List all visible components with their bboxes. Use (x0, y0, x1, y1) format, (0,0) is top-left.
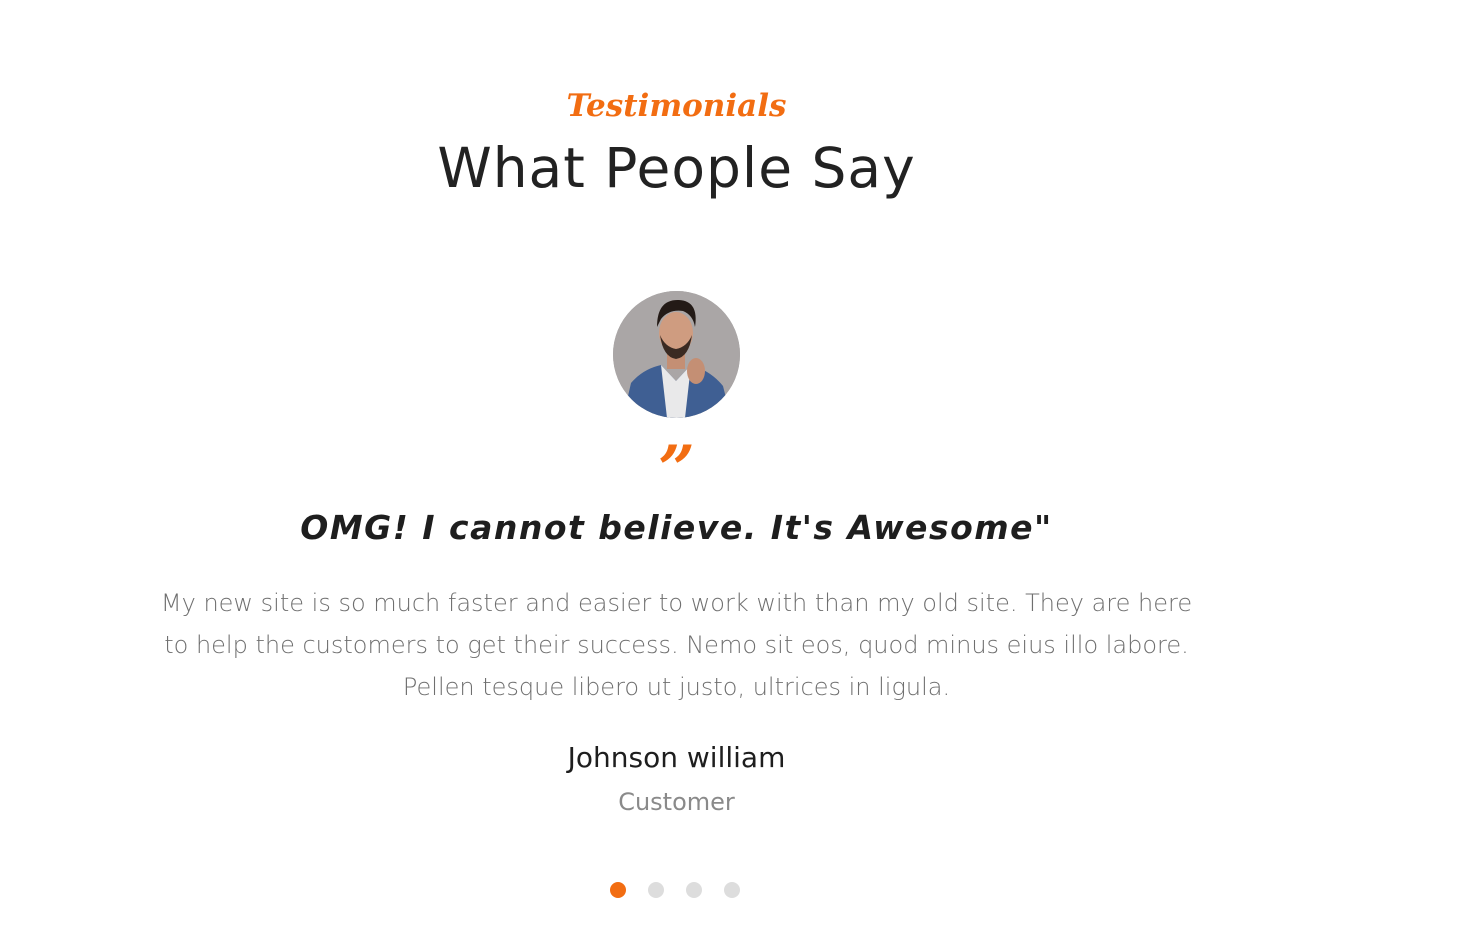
quote-icon: ” (658, 432, 695, 507)
avatar (613, 291, 740, 418)
carousel-dot-1[interactable] (610, 882, 626, 898)
author-name: Johnson william (567, 741, 786, 774)
section-eyebrow: Testimonials (566, 88, 787, 124)
section-heading: What People Say (437, 136, 916, 200)
testimonial-body: My new site is so much faster and easier… (160, 589, 1193, 701)
carousel-dot-2[interactable] (648, 882, 664, 898)
testimonial-title: OMG! I cannot believe. It's Awesome" (300, 508, 1053, 547)
carousel-dot-4[interactable] (724, 882, 740, 898)
carousel-dots (610, 882, 740, 899)
person-portrait-icon (613, 291, 740, 418)
carousel-dot-3[interactable] (686, 882, 702, 898)
testimonials-section: Testimonials What People Say ” OMG! I ca… (0, 0, 1353, 939)
author-role: Customer (618, 788, 735, 816)
